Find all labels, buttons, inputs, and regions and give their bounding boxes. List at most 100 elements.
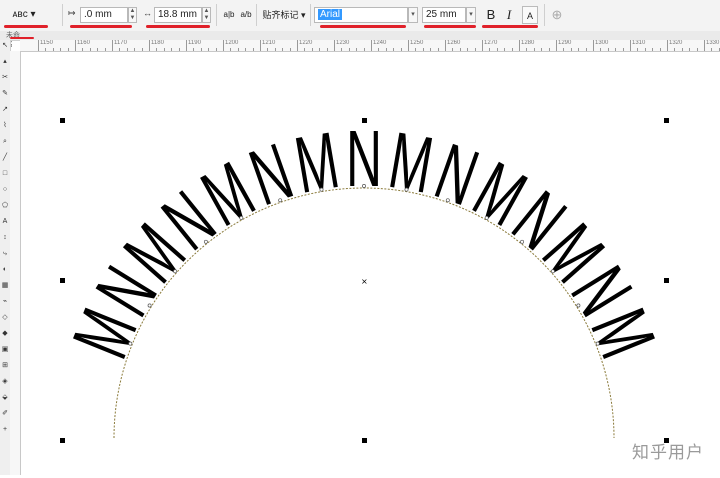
toolbar-divider: [310, 4, 311, 26]
font-dropdown-arrow[interactable]: ▾: [408, 7, 418, 23]
path-node[interactable]: [595, 341, 600, 346]
offset-icon: ↔: [143, 8, 152, 18]
ruler-minor-tick: [193, 48, 195, 51]
font-size-dropdown-arrow[interactable]: ▾: [466, 7, 476, 23]
ruler-tick: [297, 40, 298, 51]
path-node[interactable]: [362, 184, 366, 188]
paint-bucket-icon[interactable]: ⬙: [1, 394, 9, 402]
path-node[interactable]: [404, 187, 409, 192]
text-on-path[interactable]: MNMNMNM N MNMNMNM: [57, 115, 671, 369]
italic-button[interactable]: I: [502, 6, 516, 24]
parallel-dimension-icon[interactable]: ↕: [1, 234, 9, 242]
ruler-minor-tick: [637, 48, 639, 51]
crop-tool-icon[interactable]: ✂: [1, 74, 9, 82]
horizontal-ruler[interactable]: 1150 1160 1170 1180 1190 1200 1210 1220 1230 1240…: [20, 40, 720, 52]
horizontal-offset-field[interactable]: 18.8 mm: [154, 7, 202, 23]
outline-tool-icon[interactable]: ◇: [1, 314, 9, 322]
path-node[interactable]: [576, 303, 581, 308]
ruler-tick: [667, 40, 668, 51]
pen-tool-icon[interactable]: ↗: [1, 106, 9, 114]
line-tool-icon[interactable]: ╱: [1, 154, 9, 162]
selection-handle[interactable]: [664, 278, 669, 283]
add-button[interactable]: ⊕: [550, 6, 564, 24]
character-formatting-button[interactable]: A: [522, 6, 538, 24]
selection-handle[interactable]: [60, 118, 65, 123]
rectangle-tool-icon[interactable]: □: [1, 170, 9, 178]
path-node[interactable]: [484, 215, 489, 220]
ruler-tick-label: 1170: [114, 40, 127, 46]
ruler-minor-tick: [607, 48, 609, 51]
mirror-horizontal-button[interactable]: a|b: [222, 6, 236, 24]
ruler-minor-tick: [659, 48, 661, 51]
preset-label: ᴀʙᴄ: [12, 9, 28, 20]
ruler-minor-tick: [696, 48, 698, 51]
smart-fill-icon[interactable]: ◈: [1, 378, 9, 386]
vertical-ruler[interactable]: [10, 51, 21, 475]
interactive-fill-icon[interactable]: ▣: [1, 346, 9, 354]
path-node[interactable]: [445, 198, 450, 203]
offset-spinner[interactable]: ▲ ▼: [202, 7, 211, 23]
selection-handle[interactable]: [60, 278, 65, 283]
zoom-tool-icon[interactable]: ⌕: [1, 138, 9, 146]
font-family-select[interactable]: Arial: [314, 7, 408, 23]
ruler-minor-tick: [681, 48, 683, 51]
fill-tool-icon[interactable]: ◆: [1, 330, 9, 338]
ellipse-tool-icon[interactable]: ○: [1, 186, 9, 194]
toolbar-divider: [256, 4, 257, 26]
distance-from-path-field[interactable]: .0 mm: [80, 7, 128, 23]
artistic-media-icon[interactable]: ⌇: [1, 122, 9, 130]
ruler-tick-label: 1190: [188, 40, 201, 46]
drawing-canvas[interactable]: MNMNMNMNMNMNMNM × 知乎用户: [21, 52, 720, 475]
snap-marks-dropdown[interactable]: 贴齐标记 ▾: [262, 6, 306, 24]
ruler-minor-tick: [163, 48, 165, 51]
bold-button[interactable]: B: [484, 6, 498, 24]
text-on-path-preset[interactable]: ᴀʙᴄ ▾: [4, 6, 44, 24]
connector-tool-icon[interactable]: ⤷: [1, 250, 9, 258]
ruler-minor-tick: [311, 48, 313, 51]
path-node[interactable]: [520, 239, 525, 244]
path-node[interactable]: [203, 239, 208, 244]
path-node[interactable]: [550, 269, 555, 274]
eyedropper-tool-icon[interactable]: ⌁: [1, 298, 9, 306]
path-node[interactable]: [147, 303, 152, 308]
path-node[interactable]: [128, 341, 133, 346]
ruler-minor-tick: [474, 48, 476, 51]
toolbar-divider: [216, 4, 217, 26]
selection-handle[interactable]: [362, 438, 367, 443]
ruler-tick: [186, 40, 187, 51]
polygon-tool-icon[interactable]: ⬠: [1, 202, 9, 210]
text-tool-icon[interactable]: A: [1, 218, 9, 226]
path-node[interactable]: [173, 269, 178, 274]
transparency-tool-icon[interactable]: ▦: [1, 282, 9, 290]
ruler-minor-tick: [467, 48, 469, 51]
distance-spinner[interactable]: ▲ ▼: [128, 7, 137, 23]
ruler-minor-tick: [711, 48, 713, 51]
ruler-minor-tick: [356, 48, 358, 51]
ruler-minor-tick: [267, 48, 269, 51]
shape-tool-icon[interactable]: ▴: [1, 58, 9, 66]
pick-tool-icon[interactable]: ↖: [1, 42, 9, 50]
font-size-select[interactable]: 25 mm: [422, 7, 466, 23]
path-node[interactable]: [319, 187, 324, 192]
brush-icon[interactable]: ✐: [1, 410, 9, 418]
selection-handle[interactable]: [362, 118, 367, 123]
selection-handle[interactable]: [60, 438, 65, 443]
ruler-minor-tick: [60, 48, 62, 51]
path-node[interactable]: [278, 198, 283, 203]
ruler-minor-tick: [363, 48, 365, 51]
ruler-tick: [593, 40, 594, 51]
mesh-fill-icon[interactable]: ⊞: [1, 362, 9, 370]
ruler-tick: [519, 40, 520, 51]
ruler-tick: [556, 40, 557, 51]
ruler-tick: [149, 40, 150, 51]
add-tool-icon[interactable]: +: [1, 426, 9, 434]
mirror-vertical-button[interactable]: a/b: [240, 6, 252, 24]
blend-tool-icon[interactable]: ◐: [1, 266, 9, 274]
ruler-minor-tick: [400, 48, 402, 51]
path-node[interactable]: [239, 215, 244, 220]
ruler-tick-label: 1230: [336, 40, 350, 46]
ruler-minor-tick: [215, 48, 217, 51]
selection-handle[interactable]: [664, 118, 669, 123]
ruler-minor-tick: [385, 48, 387, 51]
freehand-tool-icon[interactable]: ✎: [1, 90, 9, 98]
